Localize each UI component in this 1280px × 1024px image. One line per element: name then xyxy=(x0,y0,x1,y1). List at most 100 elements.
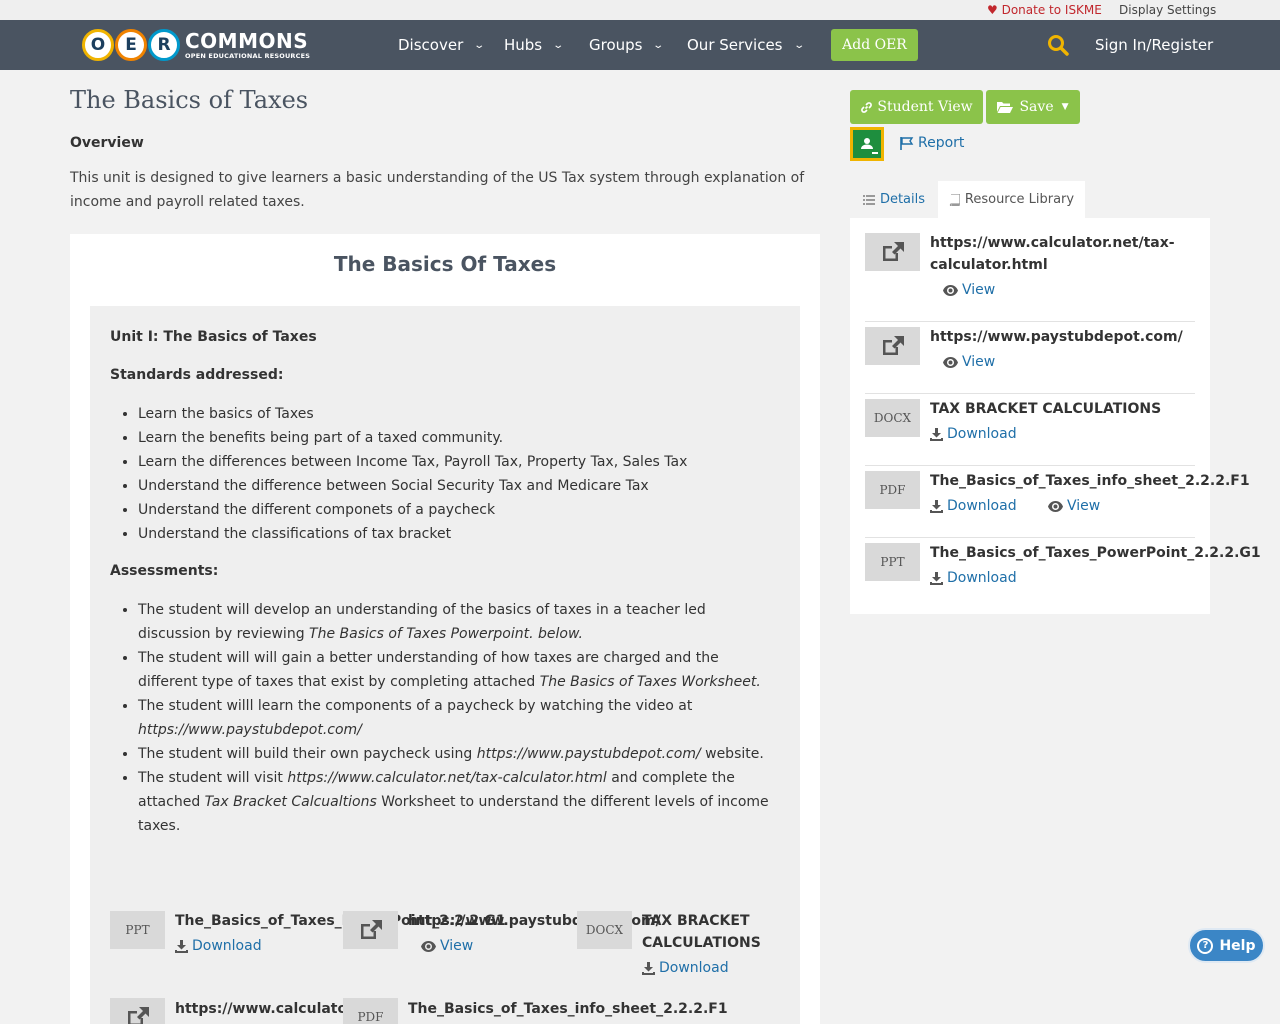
assessment-emphasis: https://www.paystubdepot.com/ xyxy=(476,746,701,762)
assessment-text: The student will visit xyxy=(138,770,288,786)
eye-icon xyxy=(1048,500,1063,512)
docx-file-icon: DOCX xyxy=(865,399,920,437)
standards-list: Learn the basics of Taxes Learn the bene… xyxy=(138,402,778,546)
resource-name-line: CALCULATIONS xyxy=(642,935,761,951)
chevron-down-icon: ⌄ xyxy=(473,39,486,51)
assessment-emphasis: https://www.calculator.net/tax-calculato… xyxy=(287,770,607,786)
list-item: The student willl learn the components o… xyxy=(138,694,778,742)
external-link-icon xyxy=(865,327,920,365)
logo-wordmark: COMMONS OPEN EDUCATIONAL RESOURCES xyxy=(185,31,310,60)
nav-groups[interactable]: Groups ⌄ xyxy=(589,36,665,54)
help-button[interactable]: ? Help xyxy=(1188,928,1265,963)
list-icon xyxy=(862,194,875,205)
google-classroom-share-button[interactable] xyxy=(850,127,884,161)
assessments-list: The student will develop an understandin… xyxy=(138,598,778,838)
download-label: Download xyxy=(947,570,1017,586)
tab-details-label: Details xyxy=(879,192,926,207)
add-oer-button[interactable]: Add OER xyxy=(831,29,918,61)
resource-name[interactable]: The_Basics_of_Taxes_info_sheet_2.2.2.F1 xyxy=(408,998,728,1020)
tab-details[interactable]: Details xyxy=(850,181,938,218)
nav-hubs[interactable]: Hubs ⌄ xyxy=(504,36,565,54)
assessment-emphasis: https://www.paystubdepot.com/ xyxy=(138,722,362,738)
divider xyxy=(865,537,1195,538)
download-link[interactable]: Download xyxy=(175,938,262,954)
external-link-icon xyxy=(343,911,398,949)
resource-name[interactable]: TAX BRACKET CALCULATIONS xyxy=(642,910,761,954)
ppt-file-icon: PPT xyxy=(865,543,920,581)
caret-down-icon: ▼ xyxy=(1061,102,1069,112)
download-link[interactable]: Download xyxy=(930,498,1017,514)
ppt-file-icon: PPT xyxy=(110,911,165,949)
donate-label: Donate to ISKME xyxy=(1001,3,1102,17)
nav-groups-label: Groups xyxy=(589,36,643,54)
student-view-button[interactable]: Student View xyxy=(850,90,983,124)
download-icon xyxy=(175,939,188,953)
download-label: Download xyxy=(947,426,1017,442)
list-item: Learn the basics of Taxes xyxy=(138,402,778,426)
logo-letter-r: R xyxy=(148,29,180,61)
sign-in-register-link[interactable]: Sign In/Register xyxy=(1095,36,1213,54)
report-link[interactable]: Report xyxy=(900,135,964,151)
folder-open-icon xyxy=(997,102,1014,113)
nav-our-services[interactable]: Our Services ⌄ xyxy=(687,36,805,54)
list-item: Learn the benefits being part of a taxed… xyxy=(138,426,778,450)
view-link[interactable]: View xyxy=(421,938,473,954)
nav-our-services-label: Our Services xyxy=(687,36,783,54)
logo-letter-e: E xyxy=(115,29,147,61)
divider xyxy=(865,321,1195,322)
student-view-label: Student View xyxy=(877,99,973,115)
download-icon xyxy=(642,961,655,975)
tab-resource-library[interactable]: Resource Library xyxy=(938,181,1085,218)
eye-icon xyxy=(421,940,436,952)
list-item: The student will develop an understandin… xyxy=(138,598,778,646)
assessment-emphasis: The Basics of Taxes Worksheet. xyxy=(539,674,761,690)
resource-name[interactable]: https://www.calculator.net/tax-calculato… xyxy=(175,998,343,1020)
link-icon xyxy=(861,101,873,113)
flag-icon xyxy=(900,136,914,150)
overview-heading: Overview xyxy=(70,135,144,151)
resource-name[interactable]: https://www.calculator.net/tax-calculato… xyxy=(930,232,1175,276)
external-link-icon xyxy=(110,998,165,1024)
download-label: Download xyxy=(192,938,262,954)
resource-name[interactable]: TAX BRACKET CALCULATIONS xyxy=(930,398,1161,420)
view-label: View xyxy=(1067,498,1101,514)
download-link[interactable]: Download xyxy=(642,960,729,976)
resource-name[interactable]: https://www.paystubdepot.com/ xyxy=(930,326,1183,348)
download-label: Download xyxy=(659,960,729,976)
oer-commons-logo[interactable]: O E R COMMONS OPEN EDUCATIONAL RESOURCES xyxy=(82,26,310,64)
view-link[interactable]: View xyxy=(943,282,995,298)
tab-library-label: Resource Library xyxy=(964,192,1075,207)
google-classroom-icon xyxy=(853,130,881,158)
nav-discover[interactable]: Discover ⌄ xyxy=(398,36,486,54)
assessment-text: website. xyxy=(700,746,764,762)
pdf-file-icon: PDF xyxy=(343,998,398,1024)
save-button[interactable]: Save ▼ xyxy=(986,90,1080,124)
assessments-heading: Assessments: xyxy=(110,563,219,579)
download-link[interactable]: Download xyxy=(930,570,1017,586)
chevron-down-icon: ⌄ xyxy=(552,39,565,51)
view-link[interactable]: View xyxy=(1048,498,1100,514)
utility-bar: ♥ Donate to ISKME Display Settings xyxy=(0,0,1280,20)
logo-letter-o: O xyxy=(82,29,114,61)
overview-text: This unit is designed to give learners a… xyxy=(70,170,805,210)
download-icon xyxy=(930,571,943,585)
list-item: The student will build their own paychec… xyxy=(138,742,778,766)
page-title: The Basics of Taxes xyxy=(70,86,309,114)
download-link[interactable]: Download xyxy=(930,426,1017,442)
view-link[interactable]: View xyxy=(943,354,995,370)
standards-heading: Standards addressed: xyxy=(110,367,284,383)
assessment-text: The student willl learn the components o… xyxy=(138,698,693,714)
resource-name[interactable]: The_Basics_of_Taxes_PowerPoint_2.2.2.G1 xyxy=(930,542,1261,564)
download-label: Download xyxy=(947,498,1017,514)
resource-name-line: https://www.calculator.net/tax- xyxy=(930,235,1175,251)
question-icon: ? xyxy=(1197,937,1214,954)
download-icon xyxy=(930,499,943,513)
heart-icon: ♥ xyxy=(987,3,998,17)
search-icon[interactable] xyxy=(1047,34,1069,56)
donate-link[interactable]: ♥ Donate to ISKME xyxy=(987,3,1102,17)
pdf-file-icon: PDF xyxy=(865,471,920,509)
resource-name[interactable]: The_Basics_of_Taxes_info_sheet_2.2.2.F1 xyxy=(930,470,1250,492)
chevron-down-icon: ⌄ xyxy=(792,39,805,51)
assessment-emphasis: Tax Bracket Calcualtions xyxy=(204,794,377,810)
display-settings-link[interactable]: Display Settings xyxy=(1119,3,1216,17)
